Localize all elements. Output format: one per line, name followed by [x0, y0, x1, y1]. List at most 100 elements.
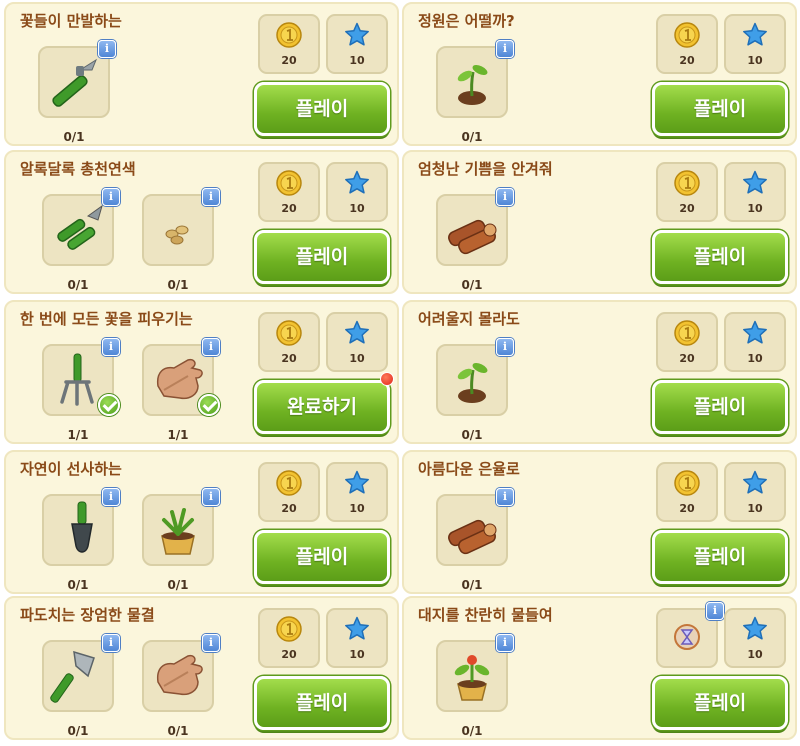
item-counter: 1/1	[167, 428, 189, 442]
info-button[interactable]: i	[102, 338, 120, 356]
coin-reward: 20	[258, 14, 320, 74]
reward-amount: 10	[747, 54, 763, 67]
star-reward: 10	[724, 312, 786, 372]
star-reward: 10	[724, 608, 786, 668]
play-button[interactable]: 플레이	[652, 230, 788, 284]
complete-button[interactable]: 완료하기	[254, 380, 390, 434]
reward-amount: 10	[349, 54, 365, 67]
play-button[interactable]: 플레이	[652, 380, 788, 434]
quest-title: 알록달록 총천연색	[20, 160, 136, 178]
reward-amount: 20	[281, 502, 297, 515]
star-reward: 10	[724, 14, 786, 74]
item-counter: 0/1	[461, 578, 483, 592]
info-button[interactable]: i	[202, 634, 220, 652]
reward-amount: 10	[349, 502, 365, 515]
play-button[interactable]: 플레이	[652, 82, 788, 136]
play-button[interactable]: 플레이	[652, 676, 788, 730]
checkmark-icon	[98, 394, 120, 416]
quest-card: 어려울지 몰라도 i 0/1 20 10 플레이	[402, 300, 797, 444]
coin-reward: 20	[258, 462, 320, 522]
reward-amount: 10	[747, 648, 763, 661]
play-button[interactable]: 플레이	[652, 530, 788, 584]
reward-amount: 20	[281, 202, 297, 215]
info-button[interactable]: i	[706, 602, 724, 620]
reward-amount: 10	[349, 352, 365, 365]
reward-amount: 10	[747, 202, 763, 215]
quest-card: 자연이 선사하는 i 0/1 i 0/1 20 10 플레이	[4, 450, 399, 594]
play-button[interactable]: 플레이	[254, 676, 390, 730]
play-button[interactable]: 플레이	[254, 530, 390, 584]
info-button[interactable]: i	[496, 188, 514, 206]
notification-dot	[380, 372, 394, 386]
star-reward: 10	[326, 14, 388, 74]
quest-title: 어려울지 몰라도	[418, 310, 520, 328]
reward-amount: 20	[679, 202, 695, 215]
reward-amount: 20	[679, 352, 695, 365]
star-reward: 10	[724, 162, 786, 222]
item-counter: 0/1	[461, 428, 483, 442]
item-counter: 0/1	[67, 724, 89, 738]
star-reward: 10	[326, 162, 388, 222]
quest-card: 한 번에 모든 꽃을 피우기는 i 1/1 i 1/1 20 10 완료하기	[4, 300, 399, 444]
item-counter: 0/1	[461, 130, 483, 144]
info-button[interactable]: i	[98, 40, 116, 58]
star-reward: 10	[326, 462, 388, 522]
quest-card: 파도치는 장엄한 물결 i 0/1 i 0/1 20 10 플레이	[4, 596, 399, 740]
info-button[interactable]: i	[496, 488, 514, 506]
item-counter: 0/1	[63, 130, 85, 144]
info-button[interactable]: i	[496, 338, 514, 356]
coin-reward: 20	[258, 608, 320, 668]
quest-card: 대지를 찬란히 물들여 i 0/1 i 10 플레이	[402, 596, 797, 740]
reward-amount: 10	[349, 648, 365, 661]
reward-amount: 20	[281, 54, 297, 67]
quest-title: 대지를 찬란히 물들여	[418, 606, 553, 624]
quest-title: 엄청난 기쁨을 안겨줘	[418, 160, 553, 178]
item-counter: 0/1	[461, 724, 483, 738]
star-reward: 10	[724, 462, 786, 522]
info-button[interactable]: i	[102, 488, 120, 506]
quest-title: 정원은 어떨까?	[418, 12, 515, 30]
coin-reward: 20	[656, 462, 718, 522]
info-button[interactable]: i	[202, 488, 220, 506]
coin-reward: 20	[258, 312, 320, 372]
checkmark-icon	[198, 394, 220, 416]
item-counter: 0/1	[67, 578, 89, 592]
quest-card: 꽃들이 만발하는 i 0/1 20 10 플레이	[4, 2, 399, 146]
reward-amount: 20	[679, 502, 695, 515]
star-reward: 10	[326, 312, 388, 372]
quest-title: 아름다운 은율로	[418, 460, 520, 478]
quest-title: 파도치는 장엄한 물결	[20, 606, 155, 624]
info-button[interactable]: i	[102, 188, 120, 206]
info-button[interactable]: i	[102, 634, 120, 652]
item-counter: 0/1	[67, 278, 89, 292]
info-button[interactable]: i	[496, 634, 514, 652]
coin-reward: 20	[656, 162, 718, 222]
item-counter: 0/1	[167, 724, 189, 738]
play-button[interactable]: 플레이	[254, 82, 390, 136]
info-button[interactable]: i	[496, 40, 514, 58]
quest-card: 엄청난 기쁨을 안겨줘 i 0/1 20 10 플레이	[402, 150, 797, 294]
coin-reward: 20	[656, 14, 718, 74]
quest-card: 알록달록 총천연색 i 0/1 i 0/1 20 10 플레이	[4, 150, 399, 294]
quest-title: 자연이 선사하는	[20, 460, 122, 478]
reward-amount: 10	[349, 202, 365, 215]
reward-amount: 10	[747, 502, 763, 515]
item-counter: 0/1	[461, 278, 483, 292]
reward-amount: 20	[281, 648, 297, 661]
reward-amount: 20	[281, 352, 297, 365]
quest-title: 꽃들이 만발하는	[20, 12, 122, 30]
reward-amount: 10	[747, 352, 763, 365]
info-button[interactable]: i	[202, 338, 220, 356]
info-button[interactable]: i	[202, 188, 220, 206]
quest-title: 한 번에 모든 꽃을 피우기는	[20, 310, 193, 328]
item-counter: 1/1	[67, 428, 89, 442]
reward-amount: 20	[679, 54, 695, 67]
coin-reward: 20	[258, 162, 320, 222]
item-counter: 0/1	[167, 578, 189, 592]
quest-card: 정원은 어떨까? i 0/1 20 10 플레이	[402, 2, 797, 146]
item-counter: 0/1	[167, 278, 189, 292]
coin-reward: 20	[656, 312, 718, 372]
star-reward: 10	[326, 608, 388, 668]
play-button[interactable]: 플레이	[254, 230, 390, 284]
quest-card: 아름다운 은율로 i 0/1 20 10 플레이	[402, 450, 797, 594]
